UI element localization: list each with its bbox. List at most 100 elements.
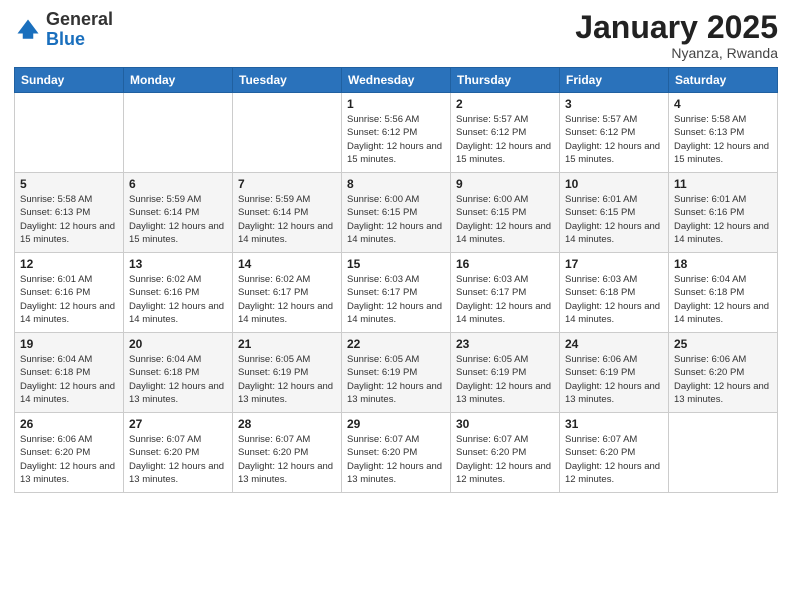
day-info: Sunrise: 6:07 AM Sunset: 6:20 PM Dayligh… — [347, 433, 445, 486]
logo-text: General Blue — [46, 10, 113, 50]
day-number: 9 — [456, 177, 554, 191]
calendar-week-2: 12 Sunrise: 6:01 AM Sunset: 6:16 PM Dayli… — [15, 253, 778, 333]
day-number: 7 — [238, 177, 336, 191]
day-number: 14 — [238, 257, 336, 271]
header-monday: Monday — [124, 68, 233, 93]
day-number: 15 — [347, 257, 445, 271]
day-info: Sunrise: 6:05 AM Sunset: 6:19 PM Dayligh… — [238, 353, 336, 406]
calendar-cell — [15, 93, 124, 173]
day-number: 4 — [674, 97, 772, 111]
header-friday: Friday — [560, 68, 669, 93]
day-number: 8 — [347, 177, 445, 191]
calendar-cell: 2 Sunrise: 5:57 AM Sunset: 6:12 PM Daylig… — [451, 93, 560, 173]
day-info: Sunrise: 6:06 AM Sunset: 6:19 PM Dayligh… — [565, 353, 663, 406]
day-info: Sunrise: 6:07 AM Sunset: 6:20 PM Dayligh… — [129, 433, 227, 486]
day-number: 23 — [456, 337, 554, 351]
day-number: 26 — [20, 417, 118, 431]
calendar-cell: 8Sunrise: 6:00 AM Sunset: 6:15 PM Daylig… — [342, 173, 451, 253]
day-info: Sunrise: 6:06 AM Sunset: 6:20 PM Dayligh… — [20, 433, 118, 486]
calendar-cell: 21 Sunrise: 6:05 AM Sunset: 6:19 PM Dayli… — [233, 333, 342, 413]
day-info: Sunrise: 5:59 AM Sunset: 6:14 PM Dayligh… — [129, 193, 227, 246]
day-number: 5 — [20, 177, 118, 191]
calendar: Sunday Monday Tuesday Wednesday Thursday… — [14, 67, 778, 493]
day-number: 10 — [565, 177, 663, 191]
calendar-cell — [233, 93, 342, 173]
day-info: Sunrise: 5:56 AM Sunset: 6:12 PM Dayligh… — [347, 113, 445, 166]
day-info: Sunrise: 5:59 AM Sunset: 6:14 PM Dayligh… — [238, 193, 336, 246]
calendar-cell: 17Sunrise: 6:03 AM Sunset: 6:18 PM Dayli… — [560, 253, 669, 333]
calendar-cell: 3 Sunrise: 5:57 AM Sunset: 6:12 PM Daylig… — [560, 93, 669, 173]
day-info: Sunrise: 5:58 AM Sunset: 6:13 PM Dayligh… — [20, 193, 118, 246]
page: General Blue January 2025 Nyanza, Rwanda… — [0, 0, 792, 612]
day-number: 24 — [565, 337, 663, 351]
calendar-cell: 1Sunrise: 5:56 AM Sunset: 6:12 PM Daylig… — [342, 93, 451, 173]
calendar-cell: 15 Sunrise: 6:03 AM Sunset: 6:17 PM Dayli… — [342, 253, 451, 333]
location: Nyanza, Rwanda — [575, 45, 778, 61]
day-number: 28 — [238, 417, 336, 431]
calendar-cell: 6 Sunrise: 5:59 AM Sunset: 6:14 PM Daylig… — [124, 173, 233, 253]
day-info: Sunrise: 5:57 AM Sunset: 6:12 PM Dayligh… — [456, 113, 554, 166]
day-info: Sunrise: 6:03 AM Sunset: 6:17 PM Dayligh… — [347, 273, 445, 326]
day-info: Sunrise: 6:07 AM Sunset: 6:20 PM Dayligh… — [238, 433, 336, 486]
day-info: Sunrise: 6:04 AM Sunset: 6:18 PM Dayligh… — [20, 353, 118, 406]
day-number: 2 — [456, 97, 554, 111]
calendar-cell — [669, 413, 778, 493]
day-info: Sunrise: 6:06 AM Sunset: 6:20 PM Dayligh… — [674, 353, 772, 406]
day-number: 13 — [129, 257, 227, 271]
calendar-cell: 16Sunrise: 6:03 AM Sunset: 6:17 PM Dayli… — [451, 253, 560, 333]
calendar-cell: 7 Sunrise: 5:59 AM Sunset: 6:14 PM Daylig… — [233, 173, 342, 253]
calendar-cell: 22 Sunrise: 6:05 AM Sunset: 6:19 PM Dayli… — [342, 333, 451, 413]
weekday-header-row: Sunday Monday Tuesday Wednesday Thursday… — [15, 68, 778, 93]
day-info: Sunrise: 6:01 AM Sunset: 6:15 PM Dayligh… — [565, 193, 663, 246]
calendar-cell: 9Sunrise: 6:00 AM Sunset: 6:15 PM Daylig… — [451, 173, 560, 253]
calendar-cell: 26 Sunrise: 6:06 AM Sunset: 6:20 PM Dayli… — [15, 413, 124, 493]
calendar-cell: 5 Sunrise: 5:58 AM Sunset: 6:13 PM Daylig… — [15, 173, 124, 253]
day-number: 3 — [565, 97, 663, 111]
header-wednesday: Wednesday — [342, 68, 451, 93]
calendar-cell: 30Sunrise: 6:07 AM Sunset: 6:20 PM Dayli… — [451, 413, 560, 493]
calendar-cell: 28 Sunrise: 6:07 AM Sunset: 6:20 PM Dayli… — [233, 413, 342, 493]
day-number: 21 — [238, 337, 336, 351]
header: General Blue January 2025 Nyanza, Rwanda — [14, 10, 778, 61]
day-info: Sunrise: 6:02 AM Sunset: 6:17 PM Dayligh… — [238, 273, 336, 326]
day-number: 18 — [674, 257, 772, 271]
logo-blue: Blue — [46, 29, 85, 49]
day-number: 12 — [20, 257, 118, 271]
calendar-week-4: 26 Sunrise: 6:06 AM Sunset: 6:20 PM Dayli… — [15, 413, 778, 493]
calendar-cell: 31Sunrise: 6:07 AM Sunset: 6:20 PM Dayli… — [560, 413, 669, 493]
header-tuesday: Tuesday — [233, 68, 342, 93]
calendar-week-1: 5 Sunrise: 5:58 AM Sunset: 6:13 PM Daylig… — [15, 173, 778, 253]
title-block: January 2025 Nyanza, Rwanda — [575, 10, 778, 61]
calendar-cell: 11Sunrise: 6:01 AM Sunset: 6:16 PM Dayli… — [669, 173, 778, 253]
logo-general: General — [46, 9, 113, 29]
day-number: 22 — [347, 337, 445, 351]
day-info: Sunrise: 5:58 AM Sunset: 6:13 PM Dayligh… — [674, 113, 772, 166]
logo-icon — [14, 16, 42, 44]
month-title: January 2025 — [575, 10, 778, 45]
day-info: Sunrise: 5:57 AM Sunset: 6:12 PM Dayligh… — [565, 113, 663, 166]
calendar-cell: 29 Sunrise: 6:07 AM Sunset: 6:20 PM Dayli… — [342, 413, 451, 493]
calendar-cell: 24 Sunrise: 6:06 AM Sunset: 6:19 PM Dayli… — [560, 333, 669, 413]
day-number: 17 — [565, 257, 663, 271]
calendar-cell — [124, 93, 233, 173]
header-saturday: Saturday — [669, 68, 778, 93]
day-info: Sunrise: 6:07 AM Sunset: 6:20 PM Dayligh… — [456, 433, 554, 486]
day-number: 20 — [129, 337, 227, 351]
calendar-cell: 27 Sunrise: 6:07 AM Sunset: 6:20 PM Dayli… — [124, 413, 233, 493]
calendar-cell: 25Sunrise: 6:06 AM Sunset: 6:20 PM Dayli… — [669, 333, 778, 413]
calendar-cell: 19 Sunrise: 6:04 AM Sunset: 6:18 PM Dayli… — [15, 333, 124, 413]
day-info: Sunrise: 6:01 AM Sunset: 6:16 PM Dayligh… — [20, 273, 118, 326]
day-number: 29 — [347, 417, 445, 431]
calendar-cell: 10 Sunrise: 6:01 AM Sunset: 6:15 PM Dayli… — [560, 173, 669, 253]
calendar-cell: 14 Sunrise: 6:02 AM Sunset: 6:17 PM Dayli… — [233, 253, 342, 333]
calendar-cell: 4 Sunrise: 5:58 AM Sunset: 6:13 PM Daylig… — [669, 93, 778, 173]
day-number: 19 — [20, 337, 118, 351]
day-info: Sunrise: 6:05 AM Sunset: 6:19 PM Dayligh… — [456, 353, 554, 406]
header-sunday: Sunday — [15, 68, 124, 93]
day-number: 6 — [129, 177, 227, 191]
day-info: Sunrise: 6:05 AM Sunset: 6:19 PM Dayligh… — [347, 353, 445, 406]
day-info: Sunrise: 6:07 AM Sunset: 6:20 PM Dayligh… — [565, 433, 663, 486]
day-info: Sunrise: 6:03 AM Sunset: 6:17 PM Dayligh… — [456, 273, 554, 326]
logo: General Blue — [14, 10, 113, 50]
day-number: 27 — [129, 417, 227, 431]
